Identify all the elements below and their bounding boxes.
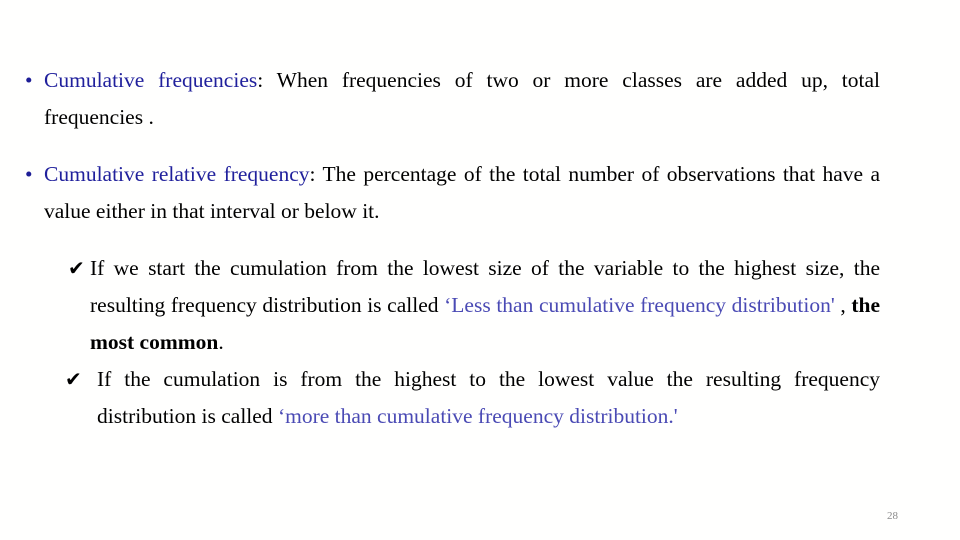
checkmark-icon: ✔ [68, 256, 85, 280]
bullet-lead-term: Cumulative relative frequency [44, 162, 310, 186]
bullet-dot-icon: • [25, 162, 33, 186]
slide-content-body: • Cumulative frequencies: When frequencie… [20, 62, 880, 435]
sub-bullet-less-than-cumulative: ✔ If we start the cumulation from the low… [65, 250, 880, 361]
bullet-dot-icon: • [25, 68, 33, 92]
sub-bullet-text-middle: , [834, 293, 852, 317]
checkmark-icon: ✔ [65, 367, 82, 391]
bullet-item-cumulative-relative-frequency: • Cumulative relative frequency: The perc… [20, 156, 880, 230]
page-number: 28 [887, 510, 898, 522]
sub-bullet-more-than-cumulative: ✔ If the cumulation is from the highest … [65, 361, 880, 435]
sub-bullet-text-after: . [218, 330, 224, 354]
bullet-item-cumulative-frequencies: • Cumulative frequencies: When frequencie… [20, 62, 880, 136]
sub-bullet-quoted-term: ‘more than cumulative frequency distribu… [277, 404, 678, 428]
bullet-lead-term: Cumulative frequencies [44, 68, 258, 92]
sub-bullet-quoted-term: ‘Less than cumulative frequency distribu… [444, 293, 835, 317]
slide-canvas: • Cumulative frequencies: When frequencie… [0, 0, 960, 540]
